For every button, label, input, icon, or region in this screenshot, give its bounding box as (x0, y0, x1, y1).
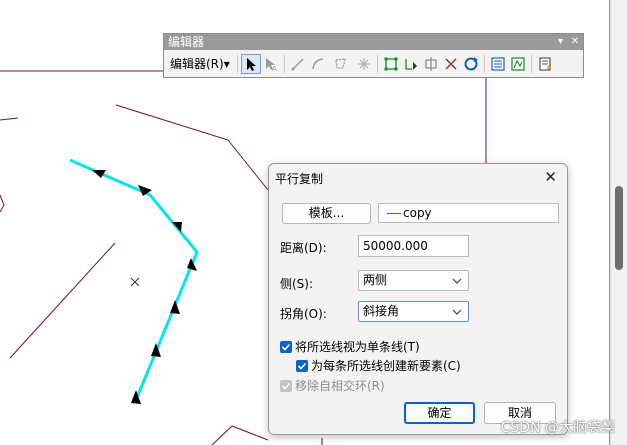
scrollbar-thumb[interactable] (615, 186, 623, 270)
line-symbol-icon (387, 213, 401, 214)
toolbar-close-icon[interactable]: ✕ (571, 34, 579, 50)
toolbar-separator (376, 55, 378, 73)
sketch-properties-icon (511, 57, 525, 71)
cut-polygons-button[interactable] (421, 54, 441, 74)
edit-vertices-icon (384, 57, 398, 71)
template-button[interactable]: 模板... (282, 203, 371, 224)
toolbar-separator (236, 55, 238, 73)
straight-segment-button[interactable] (288, 54, 308, 74)
template-value: copy (403, 206, 432, 220)
construction-tools-button[interactable] (328, 54, 354, 74)
checkmark-icon (296, 359, 308, 372)
rotate-icon (464, 57, 478, 71)
chevron-down-icon: ▾ (223, 57, 230, 71)
map-boundary-line (115, 104, 269, 191)
direction-arrow (170, 300, 180, 314)
cursor-arrow-icon (246, 58, 256, 71)
remove-self-intersecting-loops-checkbox: 移除自相交环(R) (280, 377, 385, 394)
rotate-tool-button[interactable] (461, 54, 481, 74)
arc-segment-icon (311, 58, 323, 70)
toolbar-separator (530, 55, 532, 73)
corner-select[interactable]: 斜接角 (358, 301, 469, 322)
toolbar-separator (483, 55, 485, 73)
distance-label: 距离(D): (280, 241, 327, 255)
attributes-button[interactable] (488, 54, 508, 74)
toolbar-dropdown-icon[interactable]: ▾ (558, 34, 563, 50)
svg-text:A: A (272, 65, 277, 72)
distance-input[interactable]: 50000.000 (358, 235, 469, 257)
create-features-icon (539, 57, 551, 71)
construction-polygon-icon (335, 58, 346, 69)
cut-polygon-icon (425, 57, 437, 71)
editor-menu-button[interactable]: 编辑器(R)▾ (166, 54, 234, 74)
trace-tool-button[interactable] (354, 54, 374, 74)
trace-icon (357, 58, 370, 70)
edit-vertices-button[interactable] (381, 54, 401, 74)
direction-arrow (172, 222, 182, 232)
corner-label: 拐角(O): (280, 307, 327, 321)
chevron-down-icon (452, 309, 462, 315)
end-point-arc-button[interactable] (308, 54, 328, 74)
close-icon[interactable]: ✕ (544, 167, 557, 187)
ok-button[interactable]: 确定 (404, 402, 475, 424)
toolbar-title: 编辑器 (168, 35, 205, 49)
create-new-feature-checkbox[interactable]: 为每条所选线创建新要素(C) (296, 357, 461, 374)
template-field[interactable]: copy (378, 203, 559, 223)
edit-tool-button[interactable] (240, 54, 261, 74)
split-tool-button[interactable] (441, 54, 461, 74)
treat-as-single-line-checkbox[interactable]: 将所选线视为单条线(T) (280, 338, 420, 355)
watermark: CSDN @大脑袋梨 (500, 420, 615, 436)
side-select[interactable]: 两侧 (358, 270, 469, 291)
toolbar-separator (283, 55, 285, 73)
chevron-down-icon (452, 278, 462, 284)
editor-toolbar: 编辑器 ▾ ✕ 编辑器(R)▾ A (163, 33, 584, 78)
map-boundary-line (211, 425, 269, 445)
remove-self-intersecting-loops-label: 移除自相交环(R) (295, 379, 385, 393)
sketch-properties-button[interactable] (508, 54, 528, 74)
vertical-scrollbar[interactable] (610, 0, 627, 445)
edit-annotation-tool-button[interactable]: A (261, 54, 281, 74)
treat-as-single-line-label: 将所选线视为单条线(T) (295, 340, 420, 354)
create-features-button[interactable] (535, 54, 555, 74)
editor-menu-label: 编辑器(R) (170, 57, 224, 71)
map-boundary-line (9, 242, 116, 359)
reshape-feature-button[interactable] (401, 54, 421, 74)
toolbar-tools: 编辑器(R)▾ A (166, 53, 581, 75)
corner-value: 斜接角 (363, 304, 400, 318)
toolbar-title-bar[interactable]: 编辑器 ▾ ✕ (164, 34, 583, 50)
map-boundary-line (0, 194, 5, 213)
side-value: 两侧 (363, 273, 388, 287)
attributes-table-icon (491, 57, 505, 71)
side-label: 侧(S): (280, 277, 314, 291)
checkmark-icon (280, 340, 292, 353)
checkmark-icon (280, 379, 292, 392)
map-boundary-line (0, 117, 19, 121)
create-new-feature-label: 为每条所选线创建新要素(C) (311, 359, 461, 373)
parallel-copy-dialog: 平行复制 ✕ 模板... copy 距离(D): 50000.000 侧(S):… (268, 163, 568, 435)
dialog-title: 平行复制 (275, 172, 324, 186)
split-icon (445, 58, 457, 70)
straight-segment-icon (291, 58, 304, 71)
reshape-icon (405, 59, 417, 70)
annotation-arrow-icon: A (265, 58, 277, 72)
